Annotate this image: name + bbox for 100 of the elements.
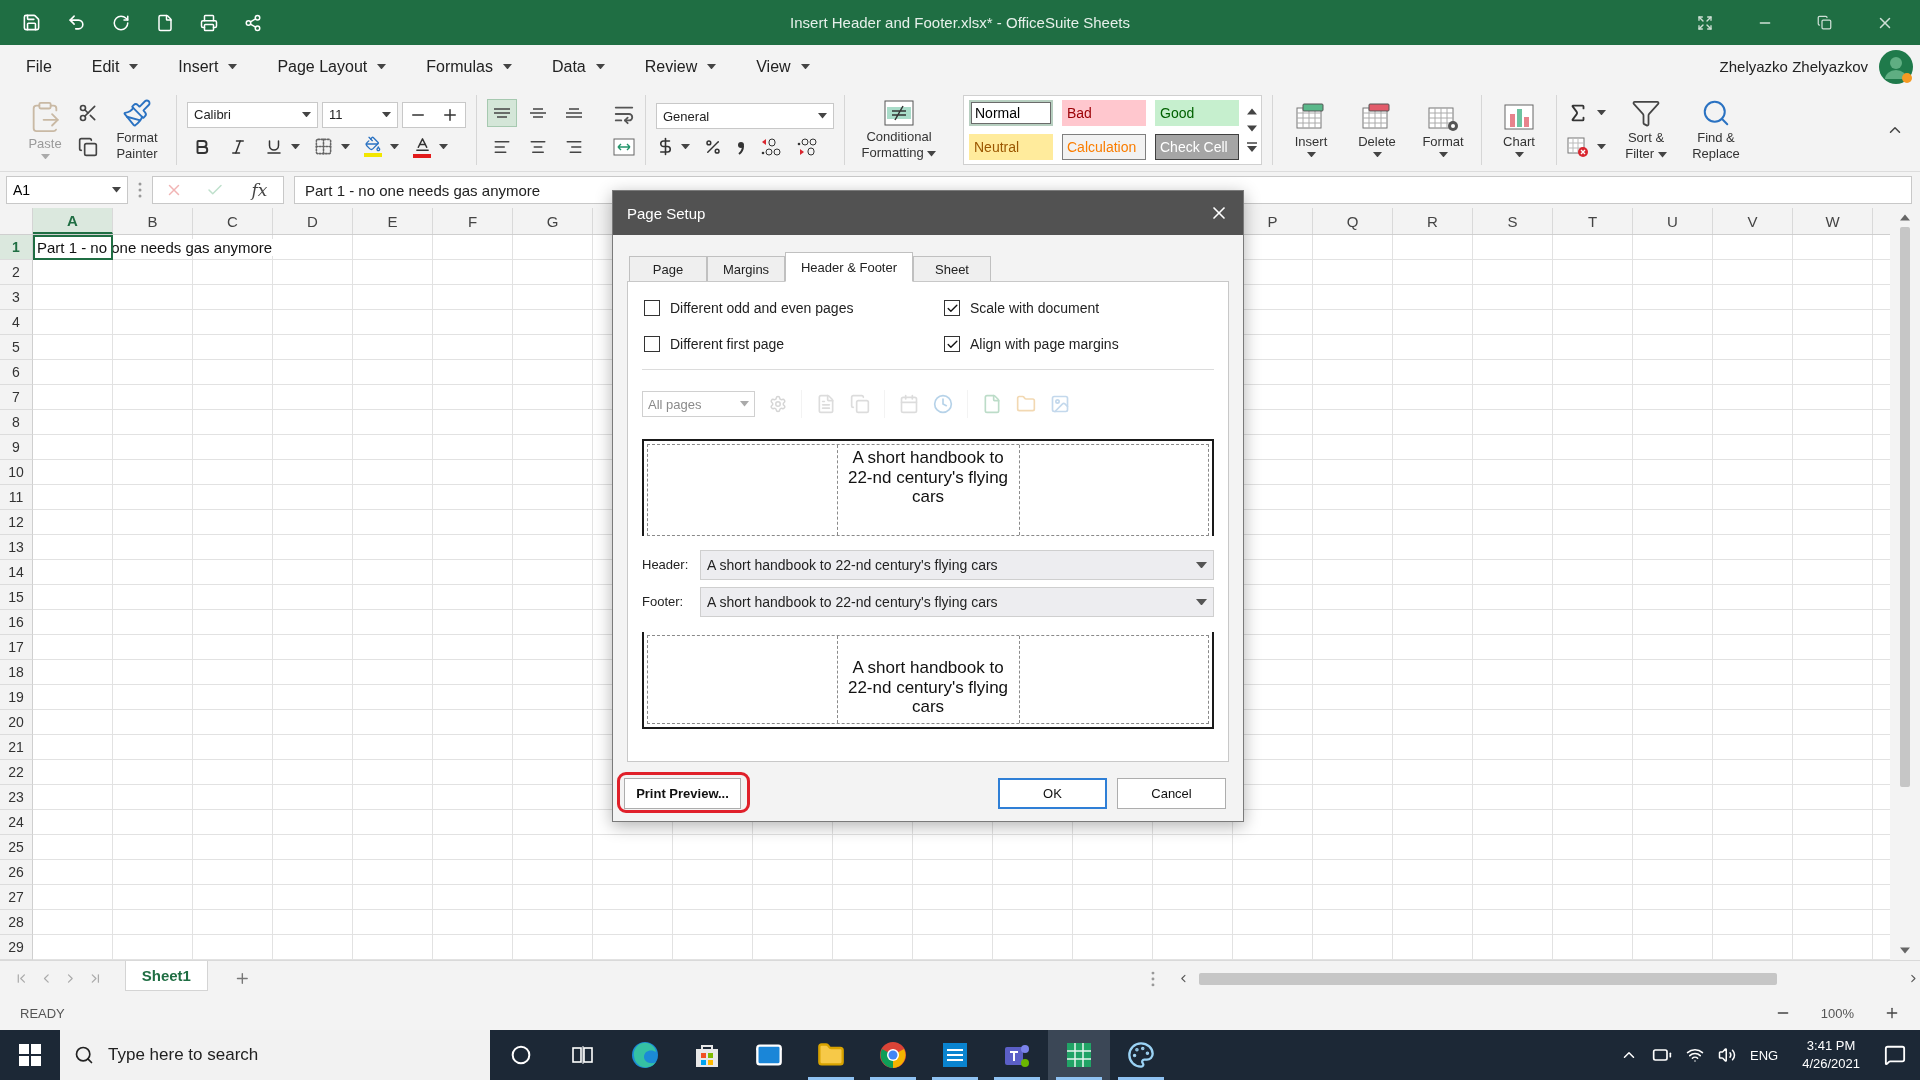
column-header[interactable]: F <box>433 208 513 234</box>
cells-format-button[interactable]: Format <box>1415 102 1471 157</box>
scroll-down-icon[interactable] <box>1900 947 1910 954</box>
font-name-field[interactable]: Calibri <box>187 101 318 128</box>
cell-style-option[interactable]: Bad <box>1062 99 1146 126</box>
row-header[interactable]: 11 <box>0 485 33 510</box>
row-header[interactable]: 22 <box>0 760 33 785</box>
share-icon[interactable] <box>244 13 262 32</box>
conditional-formatting-button[interactable]: Conditional Formatting <box>855 98 943 161</box>
wifi-icon[interactable] <box>1686 1046 1704 1064</box>
scrollbar-thumb[interactable] <box>1900 227 1910 787</box>
percent-icon[interactable] <box>704 137 722 156</box>
header-select[interactable]: A short handbook to 22-nd century's flying cars <box>700 550 1214 580</box>
print-preview-button[interactable]: Print Preview... <box>624 778 741 809</box>
cells-delete-button[interactable]: Delete <box>1349 102 1405 157</box>
column-header[interactable]: V <box>1713 208 1793 234</box>
row-header[interactable]: 15 <box>0 585 33 610</box>
number-format-field[interactable]: General <box>656 103 834 129</box>
sheet-tab[interactable]: Sheet1 <box>124 960 208 991</box>
column-header[interactable]: A <box>33 208 113 234</box>
cells-insert-button[interactable]: Insert <box>1283 102 1339 157</box>
column-header[interactable]: R <box>1393 208 1473 234</box>
undo-icon[interactable] <box>67 13 86 32</box>
cancel-button[interactable]: Cancel <box>1117 778 1226 809</box>
column-header[interactable]: Q <box>1313 208 1393 234</box>
cell-style-option[interactable]: Normal <box>969 99 1053 126</box>
scroll-down-icon[interactable] <box>1247 124 1257 132</box>
dialog-tab[interactable]: Margins <box>707 256 785 281</box>
name-box[interactable]: A1 <box>6 176 128 204</box>
column-header[interactable]: W <box>1793 208 1873 234</box>
browser-icon[interactable] <box>630 1040 660 1070</box>
menu-item[interactable]: Formulas <box>420 53 518 80</box>
redo-icon[interactable] <box>112 13 130 32</box>
italic-icon[interactable] <box>229 137 247 156</box>
format-painter-button[interactable]: Format Painter <box>108 97 166 162</box>
column-header[interactable]: B <box>113 208 193 234</box>
underline-icon[interactable] <box>265 137 283 156</box>
menu-item[interactable]: Edit <box>85 53 145 80</box>
row-header[interactable]: 3 <box>0 285 33 310</box>
row-header[interactable]: 18 <box>0 660 33 685</box>
footer-select[interactable]: A short handbook to 22-nd century's flying cars <box>700 587 1214 617</box>
row-header[interactable]: 10 <box>0 460 33 485</box>
row-header[interactable]: 14 <box>0 560 33 585</box>
row-header[interactable]: 24 <box>0 810 33 835</box>
clear-table-icon[interactable] <box>1567 135 1589 158</box>
sort-filter-button[interactable]: Sort & Filter <box>1616 97 1676 162</box>
ok-button[interactable]: OK <box>998 778 1107 809</box>
row-header[interactable]: 29 <box>0 935 33 960</box>
column-header[interactable]: T <box>1553 208 1633 234</box>
clock-date[interactable]: 4/26/2021 <box>1802 1055 1860 1073</box>
increase-decimal-icon[interactable] <box>760 137 782 156</box>
row-header[interactable]: 13 <box>0 535 33 560</box>
scrollbar-thumb[interactable] <box>1199 972 1778 985</box>
cell-selection-frame[interactable] <box>33 235 113 260</box>
zoom-in-icon[interactable] <box>1884 1005 1900 1021</box>
font-color-icon[interactable] <box>413 135 431 158</box>
print-icon[interactable] <box>200 13 218 32</box>
row-header[interactable]: 23 <box>0 785 33 810</box>
taskbar-search-field[interactable]: Type here to search <box>60 1030 490 1080</box>
column-header[interactable]: G <box>513 208 593 234</box>
cut-icon[interactable] <box>78 102 98 123</box>
language-indicator[interactable]: ENG <box>1750 1047 1779 1063</box>
folder-icon[interactable] <box>817 1041 845 1069</box>
cell-style-option[interactable]: Good <box>1155 99 1239 126</box>
chart-button[interactable]: Chart <box>1492 102 1546 157</box>
column-header[interactable]: C <box>193 208 273 234</box>
checkbox[interactable] <box>644 336 660 352</box>
palette-icon[interactable] <box>1127 1041 1155 1069</box>
column-header[interactable]: D <box>273 208 353 234</box>
save-icon[interactable] <box>22 13 41 32</box>
more-styles-icon[interactable] <box>1247 141 1257 152</box>
scroll-up-icon[interactable] <box>1247 107 1257 115</box>
fullscreen-icon[interactable] <box>1697 14 1713 31</box>
cell-style-option[interactable]: Neutral <box>969 133 1053 160</box>
fill-color-icon[interactable] <box>364 136 382 157</box>
column-header[interactable]: E <box>353 208 433 234</box>
row-header[interactable]: 4 <box>0 310 33 335</box>
clock-time[interactable]: 3:41 PM <box>1806 1037 1856 1055</box>
restore-icon[interactable] <box>1817 15 1832 30</box>
row-header[interactable]: 26 <box>0 860 33 885</box>
column-header[interactable]: U <box>1633 208 1713 234</box>
spreadsheet-icon[interactable] <box>1066 1042 1092 1068</box>
menu-item[interactable]: Insert <box>172 53 244 80</box>
menu-item[interactable]: Page Layout <box>271 53 393 80</box>
checkbox[interactable] <box>944 336 960 352</box>
menu-item[interactable]: Review <box>638 53 723 80</box>
circle-icon[interactable] <box>511 1045 531 1065</box>
menu-item[interactable]: View <box>750 53 816 80</box>
menu-item[interactable]: File <box>20 53 58 80</box>
row-header[interactable]: 5 <box>0 335 33 360</box>
dialog-tab[interactable]: Sheet <box>913 256 991 281</box>
volume-icon[interactable] <box>1718 1046 1736 1064</box>
row-header[interactable]: 20 <box>0 710 33 735</box>
copy-icon[interactable] <box>78 136 98 157</box>
insert-function-button[interactable]: fx <box>247 180 272 200</box>
browser-icon[interactable] <box>879 1041 907 1069</box>
row-header[interactable]: 7 <box>0 385 33 410</box>
merge-cells-icon[interactable] <box>613 136 635 157</box>
notifications-icon[interactable] <box>1884 1044 1906 1066</box>
column-header[interactable]: S <box>1473 208 1553 234</box>
